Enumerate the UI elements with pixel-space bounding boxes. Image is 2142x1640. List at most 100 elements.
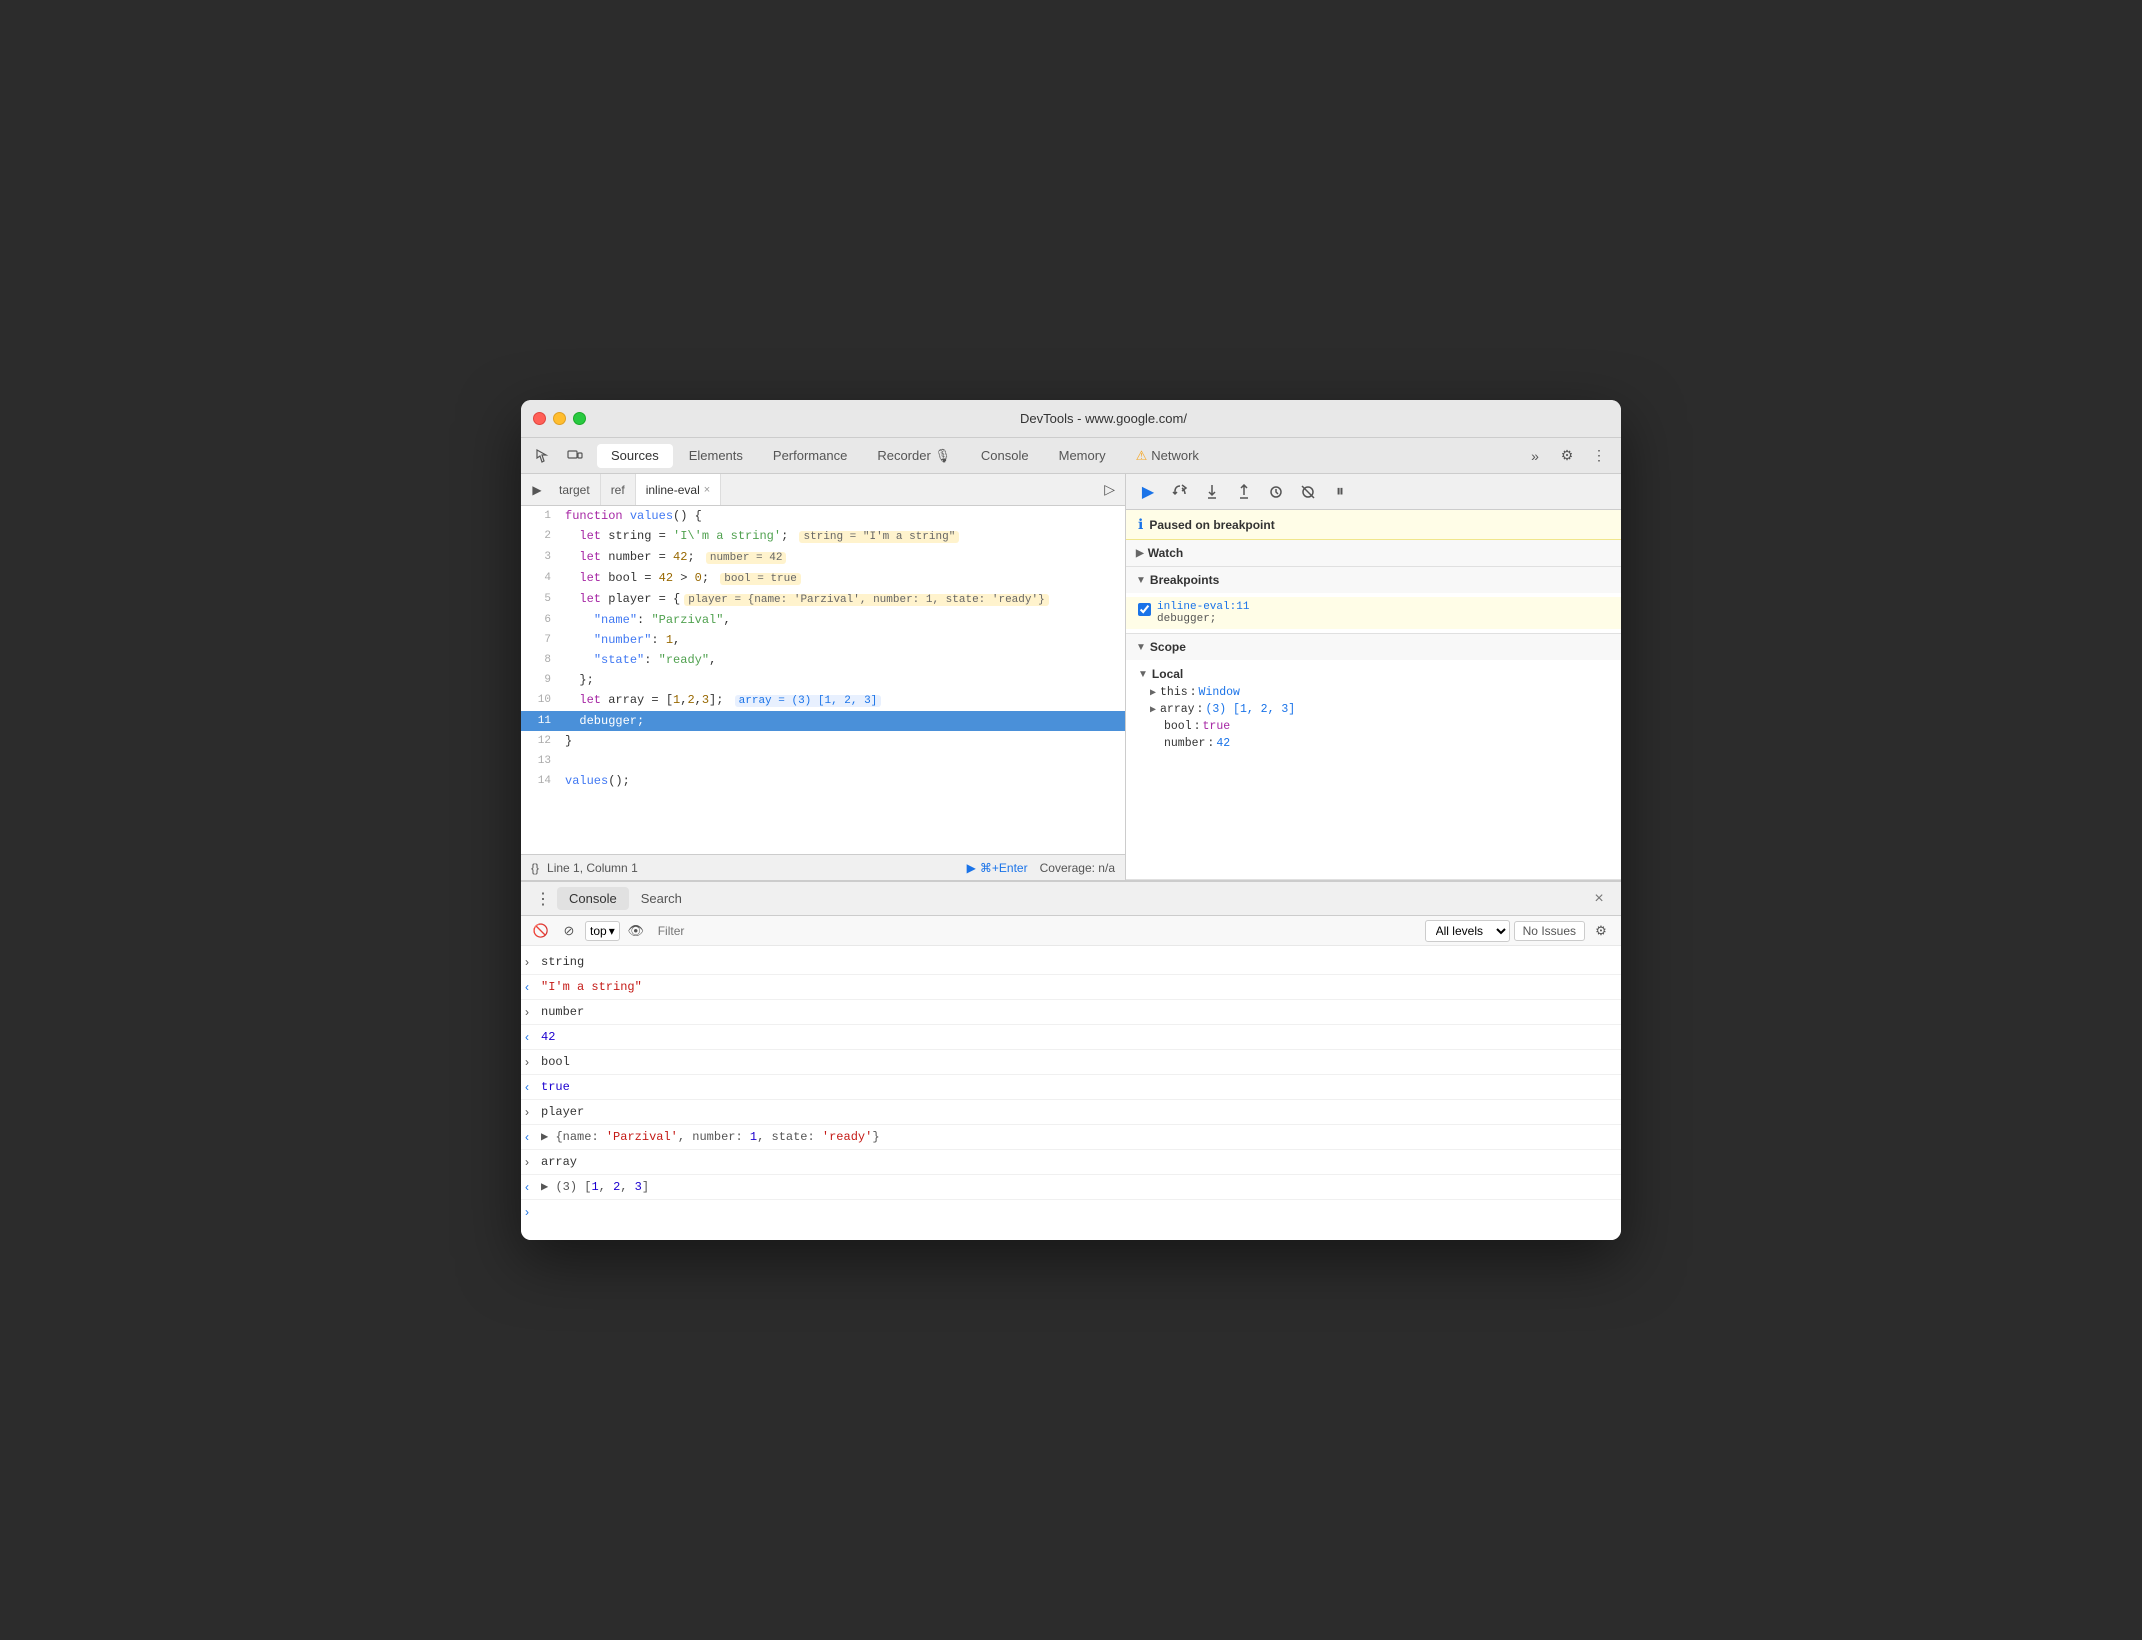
console-arrow-8: ›: [521, 1152, 541, 1172]
breakpoints-section: ▼ Breakpoints inline-eval:11 debugger;: [1126, 567, 1621, 634]
console-close-button[interactable]: ×: [1585, 885, 1613, 913]
console-filter-button[interactable]: ⊘: [557, 919, 581, 943]
tab-search-panel[interactable]: Search: [629, 887, 694, 910]
breakpoints-list: inline-eval:11 debugger;: [1126, 593, 1621, 633]
tab-memory[interactable]: Memory: [1045, 444, 1120, 468]
scope-expand-icon: ▼: [1136, 642, 1146, 653]
console-arrow-5: ‹: [521, 1077, 541, 1097]
left-panel: ▶ target ref inline-eval × ▷ 1 functio: [521, 474, 1126, 880]
console-settings-button[interactable]: ⚙: [1589, 919, 1613, 943]
breakpoint-checkbox-0[interactable]: [1138, 603, 1151, 616]
code-line-4: 4 let bool = 42 > 0; bool = true: [521, 568, 1125, 589]
scope-item-array-expand[interactable]: ▶: [1150, 704, 1156, 716]
source-tab-target[interactable]: target: [549, 474, 601, 505]
watch-label: Watch: [1148, 546, 1184, 560]
main-area: ▶ target ref inline-eval × ▷ 1 functio: [521, 474, 1621, 880]
watch-expand-icon: ▶: [1136, 548, 1144, 559]
coverage-label: Coverage: n/a: [1040, 861, 1115, 875]
breakpoints-section-header[interactable]: ▼ Breakpoints: [1126, 567, 1621, 593]
console-arrow-0: ›: [521, 952, 541, 972]
warning-icon: ⚠: [1136, 448, 1148, 464]
tab-sources[interactable]: Sources: [597, 444, 673, 468]
step-button[interactable]: [1262, 478, 1290, 506]
no-issues-button[interactable]: No Issues: [1514, 921, 1585, 941]
deactivate-breakpoints-button[interactable]: [1294, 478, 1322, 506]
code-editor[interactable]: 1 function values() { 2 let string = 'I\…: [521, 506, 1125, 854]
scope-section-header[interactable]: ▼ Scope: [1126, 634, 1621, 660]
console-level-controls: All levels Verbose Info Warnings Errors …: [1425, 919, 1613, 943]
tab-performance[interactable]: Performance: [759, 444, 861, 468]
tab-recorder[interactable]: Recorder 🎙: [863, 444, 965, 468]
source-tabs: ▶ target ref inline-eval × ▷: [521, 474, 1125, 506]
scope-item-array: ▶ array : (3) [1, 2, 3]: [1126, 701, 1621, 718]
watch-section: ▶ Watch: [1126, 540, 1621, 567]
devtools-window: DevTools - www.google.com/ Sources Eleme…: [521, 400, 1621, 1240]
source-tab-inline-eval-label: inline-eval: [646, 483, 700, 497]
breakpoint-item-0: inline-eval:11 debugger;: [1126, 597, 1621, 629]
source-tab-ref[interactable]: ref: [601, 474, 636, 505]
more-options-button[interactable]: ⋮: [1585, 442, 1613, 470]
console-clear-button[interactable]: 🚫: [529, 919, 553, 943]
console-row-2: › number: [521, 1000, 1621, 1025]
step-over-button[interactable]: [1166, 478, 1194, 506]
maximize-button[interactable]: [573, 412, 586, 425]
run-button[interactable]: ▶ ⌘+Enter: [967, 861, 1028, 875]
console-tabs: ⋮ Console Search ×: [521, 882, 1621, 916]
console-output: › string ‹ "I'm a string" › number ‹ 42 …: [521, 946, 1621, 1240]
code-line-3: 3 let number = 42; number = 42: [521, 547, 1125, 568]
console-filter-input[interactable]: [652, 924, 1421, 938]
console-context-selector[interactable]: top ▾: [585, 921, 620, 941]
step-into-button[interactable]: [1198, 478, 1226, 506]
more-tabs-button[interactable]: »: [1521, 442, 1549, 470]
console-arrow-4: ›: [521, 1052, 541, 1072]
console-content-9: ▶ (3) [1, 2, 3]: [541, 1177, 1621, 1197]
console-row-4: › bool: [521, 1050, 1621, 1075]
source-tab-more[interactable]: ▷: [1098, 481, 1121, 498]
tab-console[interactable]: Console: [967, 444, 1043, 468]
scope-local-header[interactable]: ▼ Local: [1126, 664, 1621, 684]
expand-player-icon[interactable]: ▶: [541, 1130, 548, 1144]
status-braces[interactable]: {}: [531, 861, 539, 875]
console-input-field[interactable]: [541, 1202, 1621, 1216]
minimize-button[interactable]: [553, 412, 566, 425]
watch-section-header[interactable]: ▶ Watch: [1126, 540, 1621, 566]
inspect-icon-button[interactable]: [529, 442, 557, 470]
console-content-0: string: [541, 952, 1621, 972]
breakpoint-banner: ℹ Paused on breakpoint: [1126, 510, 1621, 540]
console-level-dropdown[interactable]: All levels Verbose Info Warnings Errors: [1425, 920, 1510, 942]
tab-elements[interactable]: Elements: [675, 444, 757, 468]
console-eye-button[interactable]: 👁: [624, 919, 648, 943]
nav-right-actions: » ⚙ ⋮: [1521, 442, 1613, 470]
breakpoint-code-0: debugger;: [1157, 613, 1249, 625]
console-arrow-3: ‹: [521, 1027, 541, 1047]
code-line-10: 10 let array = [1,2,3]; array = (3) [1, …: [521, 690, 1125, 711]
code-line-1: 1 function values() {: [521, 506, 1125, 526]
console-arrow-7: ‹: [521, 1127, 541, 1147]
source-nav-toggle[interactable]: ▶: [525, 478, 549, 502]
scope-local-expand-icon: ▼: [1138, 669, 1148, 680]
source-tab-inline-eval[interactable]: inline-eval ×: [636, 474, 721, 505]
device-toolbar-icon-button[interactable]: [561, 442, 589, 470]
source-tab-ref-label: ref: [611, 483, 625, 497]
console-row-1: ‹ "I'm a string": [521, 975, 1621, 1000]
scope-local-label: Local: [1152, 667, 1183, 681]
console-arrow-6: ›: [521, 1102, 541, 1122]
close-button[interactable]: [533, 412, 546, 425]
tab-console-panel[interactable]: Console: [557, 887, 629, 910]
scope-label: Scope: [1150, 640, 1186, 654]
code-line-12: 12 }: [521, 731, 1125, 751]
settings-button[interactable]: ⚙: [1553, 442, 1581, 470]
debug-toolbar: ▶: [1126, 474, 1621, 510]
scope-item-this-expand[interactable]: ▶: [1150, 687, 1156, 699]
source-tab-inline-eval-close[interactable]: ×: [704, 484, 710, 496]
console-menu-button[interactable]: ⋮: [529, 885, 557, 913]
console-content-4: bool: [541, 1052, 1621, 1072]
console-row-5: ‹ true: [521, 1075, 1621, 1100]
expand-array-icon[interactable]: ▶: [541, 1180, 548, 1194]
info-icon: ℹ: [1138, 516, 1143, 533]
tab-network[interactable]: ⚠Network: [1122, 444, 1213, 468]
step-out-button[interactable]: [1230, 478, 1258, 506]
pause-exceptions-button[interactable]: ⏸: [1326, 478, 1354, 506]
code-line-14: 14 values();: [521, 771, 1125, 791]
resume-button[interactable]: ▶: [1134, 478, 1162, 506]
